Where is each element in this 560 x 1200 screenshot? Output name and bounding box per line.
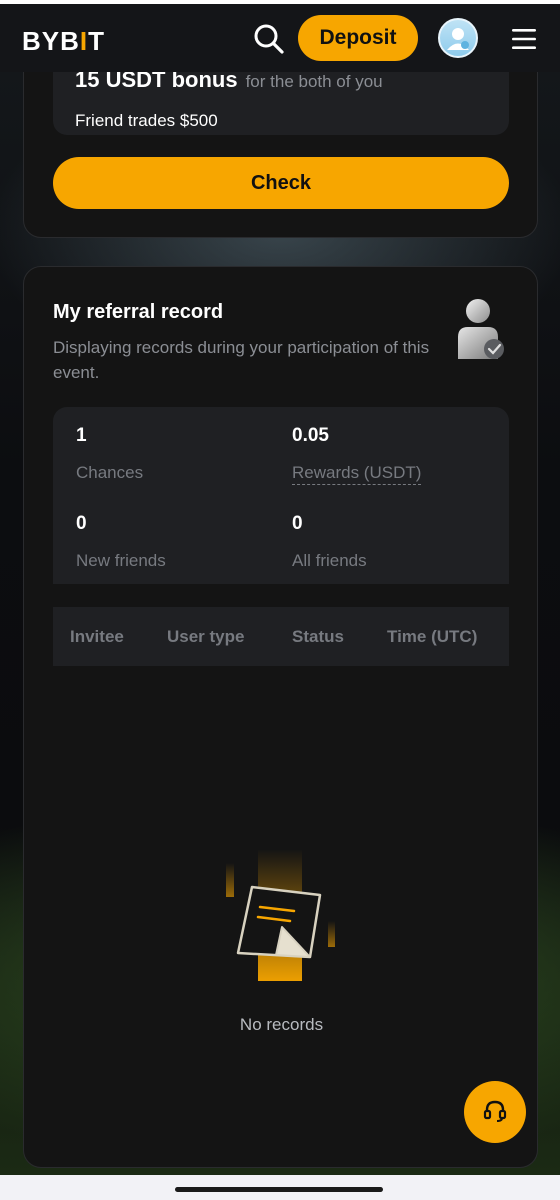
stat-value: 1 — [76, 425, 87, 446]
column-header-time: Time (UTC) — [387, 627, 478, 646]
column-header-invitee: Invitee — [70, 627, 124, 646]
stat-value: 0 — [292, 513, 303, 534]
stat-new-friends: 0 New friends — [76, 513, 276, 571]
referral-description: Displaying records during your participa… — [53, 338, 430, 382]
top-nav-bar: BYBIT Deposit — [0, 4, 560, 72]
referral-title: My referral record — [53, 301, 224, 323]
column-header-status: Status — [292, 627, 344, 646]
system-navigation-bar — [0, 1175, 560, 1200]
home-indicator[interactable] — [175, 1187, 383, 1192]
hamburger-menu-icon[interactable] — [510, 26, 538, 52]
referral-table-header: Invitee User type Status Time (UTC) — [53, 607, 509, 666]
empty-document-icon — [224, 849, 340, 983]
search-icon[interactable] — [252, 22, 286, 56]
stat-value: 0.05 — [292, 425, 329, 446]
referral-stats-panel: 1 Chances 0.05 Rewards (USDT) 0 New frie… — [53, 407, 509, 584]
bonus-subtext: for the both of you — [245, 72, 383, 91]
deposit-button[interactable]: Deposit — [298, 15, 418, 61]
check-button[interactable]: Check — [53, 157, 509, 209]
logo-text-end: T — [88, 26, 106, 56]
stat-rewards: 0.05 Rewards (USDT) — [292, 425, 492, 485]
stat-value: 0 — [76, 513, 87, 534]
stat-label-tooltip[interactable]: Rewards (USDT) — [292, 463, 422, 485]
no-records-text: No records — [239, 1015, 324, 1034]
stat-label: New friends — [76, 551, 166, 570]
referral-user-icon — [452, 297, 508, 363]
support-chat-button[interactable] — [464, 1081, 526, 1143]
bybit-logo[interactable]: BYBIT — [22, 26, 105, 57]
headset-icon — [481, 1097, 509, 1128]
stat-label: All friends — [292, 551, 367, 570]
column-header-user-type: User type — [167, 627, 245, 646]
logo-text-bar: I — [79, 26, 89, 56]
stat-all-friends: 0 All friends — [292, 513, 492, 571]
stat-chances: 1 Chances — [76, 425, 276, 483]
referral-record-card: My referral record Displaying records du… — [23, 266, 538, 1168]
logo-text-main: BYB — [22, 26, 80, 56]
user-avatar-icon[interactable] — [438, 18, 478, 58]
stat-label: Chances — [76, 463, 144, 482]
friend-trades-text: Friend trades $500 — [75, 111, 218, 130]
